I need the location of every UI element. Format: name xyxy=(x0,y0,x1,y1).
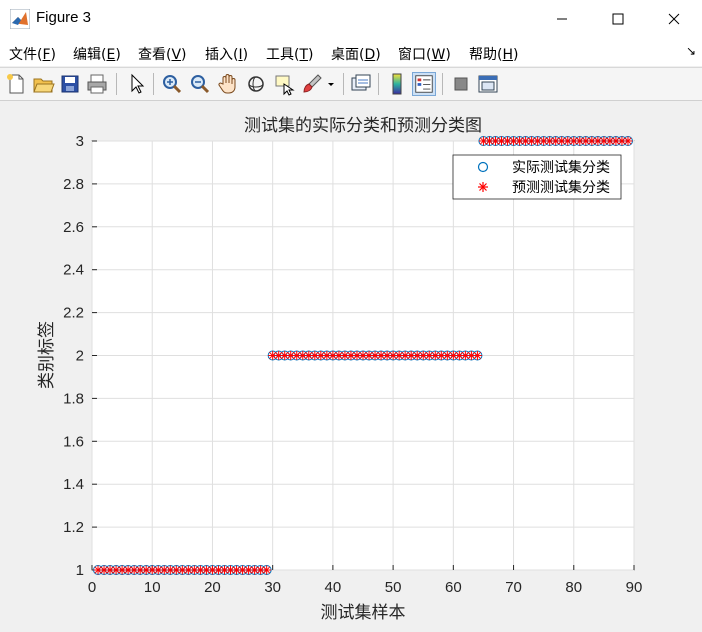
menu-insert-end: ) xyxy=(242,47,249,63)
y-tick-label: 2.2 xyxy=(63,305,84,322)
legend-label-predicted: 预测测试集分类 xyxy=(512,179,610,196)
y-tick-label: 1.2 xyxy=(63,519,84,536)
menu-desktop-key: D xyxy=(364,47,376,63)
y-tick-label: 1 xyxy=(76,562,84,579)
menu-tools-end: ) xyxy=(308,47,314,63)
x-tick-label: 50 xyxy=(385,579,402,596)
save-icon[interactable] xyxy=(58,72,82,96)
legend-asterisk-marker xyxy=(478,182,488,192)
toolbar-separator xyxy=(442,73,443,95)
close-button[interactable] xyxy=(646,0,702,38)
figure-toolbar xyxy=(0,67,702,101)
window-titlebar: Figure 3 xyxy=(0,0,702,38)
menu-bar: 文件(F) 编辑(E) 查看(V) 插入(I) 工具(T) 桌面(D) 窗口(W… xyxy=(0,38,702,66)
menu-insert-label: 插入( xyxy=(205,47,239,63)
toolbar-separator xyxy=(153,73,154,95)
menu-desktop-end: ) xyxy=(375,47,381,63)
brush-icon[interactable] xyxy=(300,72,324,96)
menu-help-key: H xyxy=(502,47,513,63)
toolbar-separator xyxy=(343,73,344,95)
menu-help-label: 帮助( xyxy=(469,47,503,63)
menu-file[interactable]: 文件(F) xyxy=(9,44,56,64)
minimize-icon xyxy=(557,18,567,20)
hide-plot-tools-icon[interactable] xyxy=(449,72,473,96)
figure-canvas: 0 10 20 30 40 50 60 70 80 90 1 1.2 1.4 1.6 1.8 2 2.2 2.4… xyxy=(0,100,702,628)
x-tick-label: 0 xyxy=(88,579,96,596)
menu-file-label: 文件( xyxy=(9,47,43,63)
y-tick-label: 2.4 xyxy=(63,262,84,279)
menu-window-key: W xyxy=(431,47,446,63)
menu-window-label: 窗口( xyxy=(398,47,432,63)
menu-window-end: ) xyxy=(445,47,451,63)
y-tick-label: 2 xyxy=(76,348,84,365)
legend-icon[interactable] xyxy=(412,72,436,96)
dock-arrow-icon[interactable]: ↘ xyxy=(686,44,696,58)
menu-view[interactable]: 查看(V) xyxy=(138,44,187,64)
predicted-class-point xyxy=(623,136,633,146)
menu-tools-key: T xyxy=(299,47,309,63)
show-plot-tools-icon[interactable] xyxy=(476,72,500,96)
menu-view-end: ) xyxy=(181,47,187,63)
menu-help[interactable]: 帮助(H) xyxy=(469,44,518,64)
toolbar-separator xyxy=(378,73,379,95)
zoom-out-icon[interactable] xyxy=(188,72,212,96)
menu-help-end: ) xyxy=(513,47,519,63)
pan-hand-icon[interactable] xyxy=(216,72,240,96)
menu-edit[interactable]: 编辑(E) xyxy=(73,44,121,64)
x-tick-label: 80 xyxy=(565,579,582,596)
data-cursor-icon[interactable] xyxy=(272,72,296,96)
chart-title: 测试集的实际分类和预测分类图 xyxy=(244,116,482,136)
y-tick-label: 1.6 xyxy=(63,433,84,450)
close-icon xyxy=(668,13,680,25)
open-file-icon[interactable] xyxy=(31,72,55,96)
menu-file-key: F xyxy=(42,47,51,63)
x-tick-label: 70 xyxy=(505,579,522,596)
matlab-logo-icon xyxy=(10,9,30,29)
predicted-class-point xyxy=(472,351,482,360)
x-tick-label: 20 xyxy=(204,579,221,596)
menu-tools-label: 工具( xyxy=(266,47,300,63)
predicted-class-point xyxy=(262,565,272,575)
pointer-icon[interactable] xyxy=(124,72,148,96)
x-tick-label: 90 xyxy=(626,579,643,596)
menu-desktop[interactable]: 桌面(D) xyxy=(331,44,381,64)
menu-tools[interactable]: 工具(T) xyxy=(266,44,314,64)
menu-edit-end: ) xyxy=(115,47,121,63)
menu-view-key: V xyxy=(171,47,182,63)
y-tick-label: 3 xyxy=(76,133,84,150)
y-tick-label: 1.4 xyxy=(63,476,84,493)
maximize-button[interactable] xyxy=(590,0,646,38)
legend[interactable]: 实际测试集分类 预测测试集分类 xyxy=(452,154,622,200)
legend-label-actual: 实际测试集分类 xyxy=(512,159,610,176)
y-tick-label: 1.8 xyxy=(63,390,84,407)
rotate-3d-icon[interactable] xyxy=(244,72,268,96)
toolbar-separator xyxy=(116,73,117,95)
window-title: Figure 3 xyxy=(36,9,92,26)
colorbar-icon[interactable] xyxy=(385,72,409,96)
x-tick-label: 30 xyxy=(264,579,281,596)
scatter-chart[interactable]: 0 10 20 30 40 50 60 70 80 90 1 1.2 1.4 1.6 1.8 2 2.2 2.4… xyxy=(0,100,702,628)
y-axis-label: 类别标签 xyxy=(37,321,57,389)
minimize-button[interactable] xyxy=(534,0,590,38)
x-axis-label: 测试集样本 xyxy=(321,603,406,623)
zoom-in-icon[interactable] xyxy=(160,72,184,96)
link-plot-icon[interactable] xyxy=(349,72,373,96)
x-tick-label: 40 xyxy=(325,579,342,596)
x-tick-label: 60 xyxy=(445,579,462,596)
y-tick-label: 2.6 xyxy=(63,219,84,236)
menu-desktop-label: 桌面( xyxy=(331,47,365,63)
print-icon[interactable] xyxy=(85,72,109,96)
y-tick-label: 2.8 xyxy=(63,176,84,193)
maximize-icon xyxy=(612,13,624,25)
menu-window[interactable]: 窗口(W) xyxy=(398,44,451,64)
menu-edit-key: E xyxy=(106,47,116,63)
brush-dropdown-icon[interactable] xyxy=(324,72,338,96)
menu-file-end: ) xyxy=(50,47,56,63)
menu-insert[interactable]: 插入(I) xyxy=(205,44,248,64)
menu-view-label: 查看( xyxy=(138,47,172,63)
new-file-icon[interactable] xyxy=(4,72,28,96)
menu-edit-label: 编辑( xyxy=(73,47,107,63)
x-tick-label: 10 xyxy=(144,579,161,596)
